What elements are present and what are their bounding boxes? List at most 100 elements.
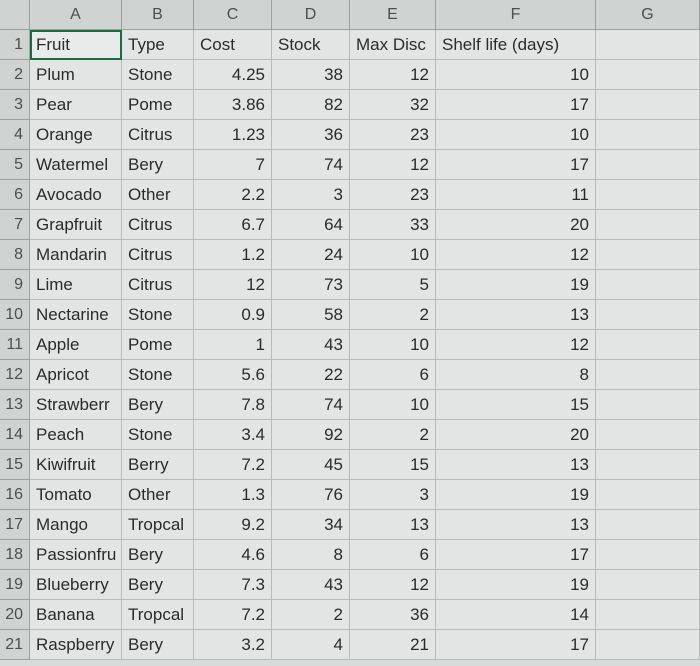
row-header-6[interactable]: 6 xyxy=(0,180,30,210)
cell-B9[interactable]: Citrus xyxy=(122,270,194,300)
cell-E14[interactable]: 2 xyxy=(350,420,436,450)
cell-E11[interactable]: 10 xyxy=(350,330,436,360)
cell-C6[interactable]: 2.2 xyxy=(194,180,272,210)
cell-B15[interactable]: Berry xyxy=(122,450,194,480)
col-header-D[interactable]: D xyxy=(272,0,350,30)
cell-F6[interactable]: 11 xyxy=(436,180,596,210)
cell-G21[interactable] xyxy=(596,630,700,660)
cell-A17[interactable]: Mango xyxy=(30,510,122,540)
cell-C9[interactable]: 12 xyxy=(194,270,272,300)
cell-E18[interactable]: 6 xyxy=(350,540,436,570)
select-all-corner[interactable] xyxy=(0,0,30,30)
cell-D21[interactable]: 4 xyxy=(272,630,350,660)
cell-A7[interactable]: Grapfruit xyxy=(30,210,122,240)
cell-F12[interactable]: 8 xyxy=(436,360,596,390)
row-header-19[interactable]: 19 xyxy=(0,570,30,600)
cell-A18[interactable]: Passionfru xyxy=(30,540,122,570)
col-header-E[interactable]: E xyxy=(350,0,436,30)
cell-B13[interactable]: Bery xyxy=(122,390,194,420)
cell-A20[interactable]: Banana xyxy=(30,600,122,630)
cell-F17[interactable]: 13 xyxy=(436,510,596,540)
cell-B10[interactable]: Stone xyxy=(122,300,194,330)
row-header-17[interactable]: 17 xyxy=(0,510,30,540)
cell-B21[interactable]: Bery xyxy=(122,630,194,660)
cell-F1[interactable]: Shelf life (days) xyxy=(436,30,596,60)
cell-B14[interactable]: Stone xyxy=(122,420,194,450)
cell-E16[interactable]: 3 xyxy=(350,480,436,510)
row-header-5[interactable]: 5 xyxy=(0,150,30,180)
cell-A13[interactable]: Strawberr xyxy=(30,390,122,420)
cell-A21[interactable]: Raspberry xyxy=(30,630,122,660)
cell-G13[interactable] xyxy=(596,390,700,420)
cell-C7[interactable]: 6.7 xyxy=(194,210,272,240)
cell-E1[interactable]: Max Disc xyxy=(350,30,436,60)
cell-F2[interactable]: 10 xyxy=(436,60,596,90)
cell-D5[interactable]: 74 xyxy=(272,150,350,180)
cell-D9[interactable]: 73 xyxy=(272,270,350,300)
cell-E6[interactable]: 23 xyxy=(350,180,436,210)
cell-F10[interactable]: 13 xyxy=(436,300,596,330)
cell-F18[interactable]: 17 xyxy=(436,540,596,570)
row-header-18[interactable]: 18 xyxy=(0,540,30,570)
cell-B16[interactable]: Other xyxy=(122,480,194,510)
cell-B18[interactable]: Bery xyxy=(122,540,194,570)
col-header-A[interactable]: A xyxy=(30,0,122,30)
cell-D2[interactable]: 38 xyxy=(272,60,350,90)
cell-G15[interactable] xyxy=(596,450,700,480)
cell-E10[interactable]: 2 xyxy=(350,300,436,330)
row-header-20[interactable]: 20 xyxy=(0,600,30,630)
cell-E8[interactable]: 10 xyxy=(350,240,436,270)
row-header-7[interactable]: 7 xyxy=(0,210,30,240)
cell-A14[interactable]: Peach xyxy=(30,420,122,450)
cell-E7[interactable]: 33 xyxy=(350,210,436,240)
spreadsheet-grid[interactable]: ABCDEFG1FruitTypeCostStockMax DiscShelf … xyxy=(0,0,700,660)
cell-E2[interactable]: 12 xyxy=(350,60,436,90)
cell-F14[interactable]: 20 xyxy=(436,420,596,450)
cell-G2[interactable] xyxy=(596,60,700,90)
cell-B20[interactable]: Tropcal xyxy=(122,600,194,630)
cell-G14[interactable] xyxy=(596,420,700,450)
cell-C13[interactable]: 7.8 xyxy=(194,390,272,420)
cell-A15[interactable]: Kiwifruit xyxy=(30,450,122,480)
row-header-1[interactable]: 1 xyxy=(0,30,30,60)
cell-D3[interactable]: 82 xyxy=(272,90,350,120)
cell-C18[interactable]: 4.6 xyxy=(194,540,272,570)
cell-C8[interactable]: 1.2 xyxy=(194,240,272,270)
cell-G11[interactable] xyxy=(596,330,700,360)
cell-A16[interactable]: Tomato xyxy=(30,480,122,510)
cell-F21[interactable]: 17 xyxy=(436,630,596,660)
cell-F15[interactable]: 13 xyxy=(436,450,596,480)
cell-G9[interactable] xyxy=(596,270,700,300)
row-header-2[interactable]: 2 xyxy=(0,60,30,90)
cell-C5[interactable]: 7 xyxy=(194,150,272,180)
cell-B2[interactable]: Stone xyxy=(122,60,194,90)
cell-G8[interactable] xyxy=(596,240,700,270)
cell-G7[interactable] xyxy=(596,210,700,240)
cell-B11[interactable]: Pome xyxy=(122,330,194,360)
cell-B1[interactable]: Type xyxy=(122,30,194,60)
cell-D11[interactable]: 43 xyxy=(272,330,350,360)
cell-B5[interactable]: Bery xyxy=(122,150,194,180)
cell-D20[interactable]: 2 xyxy=(272,600,350,630)
cell-B6[interactable]: Other xyxy=(122,180,194,210)
cell-C12[interactable]: 5.6 xyxy=(194,360,272,390)
cell-D7[interactable]: 64 xyxy=(272,210,350,240)
cell-G19[interactable] xyxy=(596,570,700,600)
cell-E15[interactable]: 15 xyxy=(350,450,436,480)
col-header-B[interactable]: B xyxy=(122,0,194,30)
cell-C14[interactable]: 3.4 xyxy=(194,420,272,450)
row-header-9[interactable]: 9 xyxy=(0,270,30,300)
cell-F20[interactable]: 14 xyxy=(436,600,596,630)
cell-C4[interactable]: 1.23 xyxy=(194,120,272,150)
row-header-14[interactable]: 14 xyxy=(0,420,30,450)
cell-A2[interactable]: Plum xyxy=(30,60,122,90)
cell-A8[interactable]: Mandarin xyxy=(30,240,122,270)
cell-D18[interactable]: 8 xyxy=(272,540,350,570)
row-header-15[interactable]: 15 xyxy=(0,450,30,480)
cell-D8[interactable]: 24 xyxy=(272,240,350,270)
cell-B12[interactable]: Stone xyxy=(122,360,194,390)
cell-D15[interactable]: 45 xyxy=(272,450,350,480)
col-header-C[interactable]: C xyxy=(194,0,272,30)
cell-C2[interactable]: 4.25 xyxy=(194,60,272,90)
cell-C15[interactable]: 7.2 xyxy=(194,450,272,480)
